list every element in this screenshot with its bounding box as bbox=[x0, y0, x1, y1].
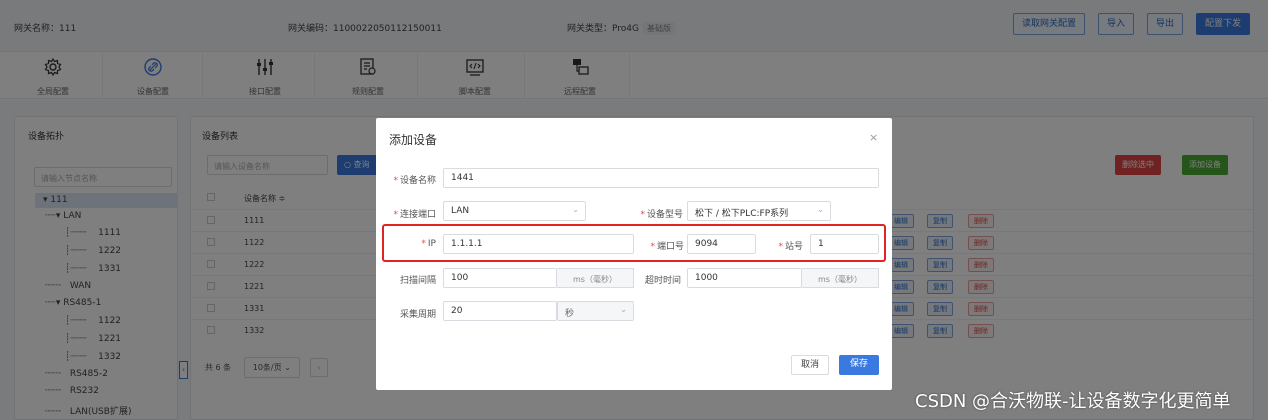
label-text: 连接端口 bbox=[399, 210, 436, 220]
port-label: * 连接端口 bbox=[393, 210, 436, 220]
dialog-title: 添加设备 bbox=[389, 133, 438, 147]
scan-interval-unit: ms（毫秒） bbox=[557, 268, 634, 288]
device-name-input[interactable]: 1441 bbox=[443, 168, 879, 188]
chevron-down-icon: ⌄ bbox=[572, 205, 579, 214]
scan-interval-input[interactable]: 100 bbox=[443, 268, 557, 288]
cycle-unit-select[interactable]: 秒 ⌄ bbox=[557, 301, 634, 321]
model-label: * 设备型号 bbox=[640, 210, 683, 220]
cancel-button[interactable]: 取消 bbox=[791, 355, 829, 375]
highlight-box bbox=[382, 224, 886, 262]
timeout-label: 超时时间 bbox=[644, 276, 681, 286]
port-select[interactable]: LAN ⌄ bbox=[443, 201, 586, 221]
timeout-unit: ms（毫秒） bbox=[802, 268, 879, 288]
scan-interval-label: 扫描间隔 bbox=[399, 276, 436, 286]
timeout-input[interactable]: 1000 bbox=[687, 268, 802, 288]
device-name-label: * 设备名称 bbox=[393, 176, 436, 186]
chevron-down-icon: ⌄ bbox=[817, 205, 824, 214]
label-text: 设备型号 bbox=[646, 210, 683, 220]
port-value: LAN bbox=[451, 206, 470, 216]
save-button[interactable]: 保存 bbox=[839, 355, 879, 375]
chevron-down-icon: ⌄ bbox=[620, 305, 627, 314]
model-select[interactable]: 松下 / 松下PLC:FP系列 ⌄ bbox=[687, 201, 831, 221]
collection-cycle-input[interactable]: 20 bbox=[443, 301, 557, 321]
close-icon[interactable]: × bbox=[869, 131, 878, 144]
model-value: 松下 / 松下PLC:FP系列 bbox=[695, 209, 789, 219]
watermark: CSDN @合沃物联-让设备数字化更简单 bbox=[915, 391, 1231, 412]
label-text: 设备名称 bbox=[399, 176, 436, 186]
cycle-unit-value: 秒 bbox=[565, 309, 575, 319]
collection-cycle-label: 采集周期 bbox=[399, 310, 436, 320]
